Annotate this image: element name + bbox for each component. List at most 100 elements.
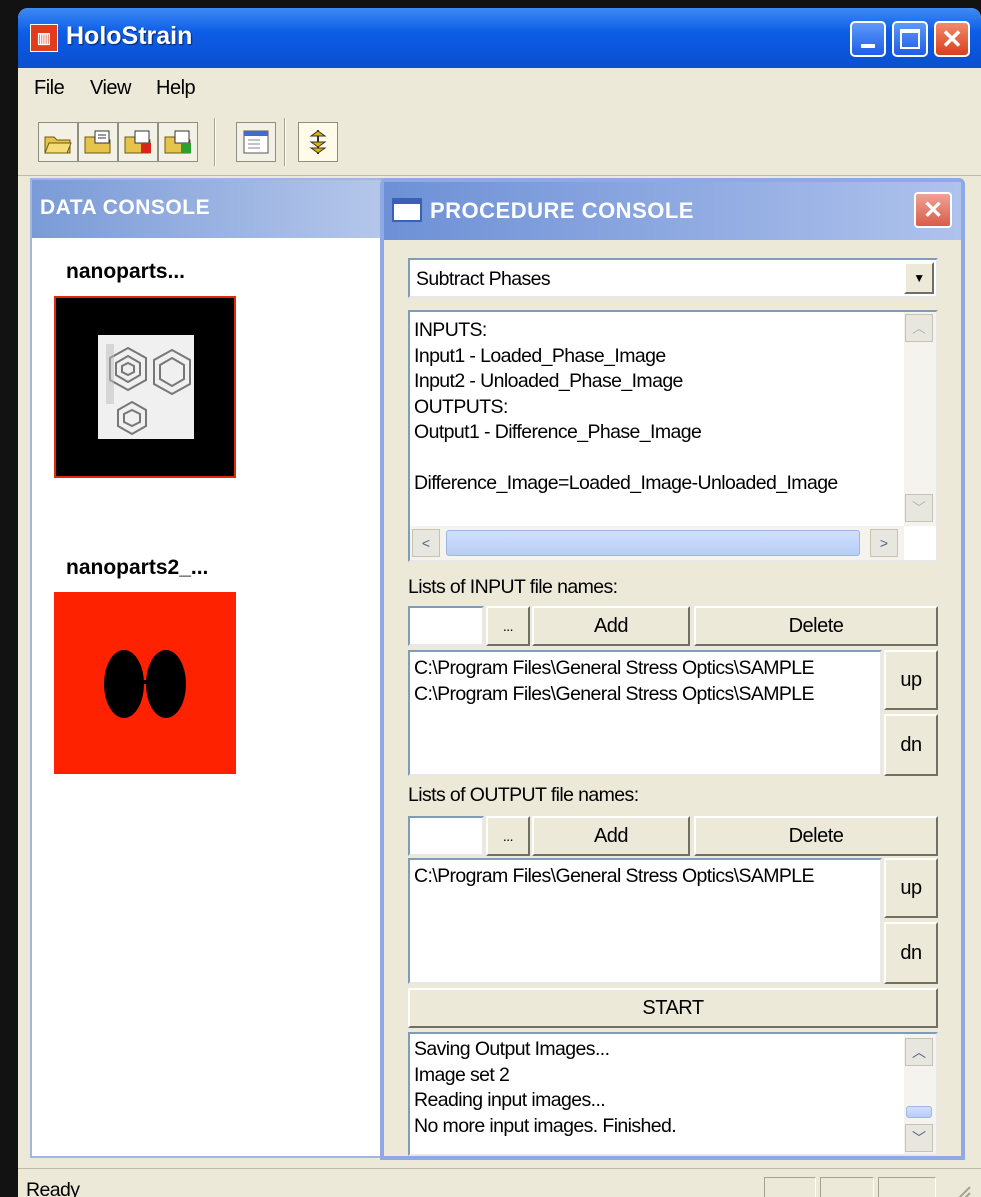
chevron-left-icon: < [421,535,431,551]
chevron-right-icon: > [879,535,889,551]
delete-folder-icon [124,130,151,154]
procedure-select-dropdown-button[interactable]: ▼ [904,262,934,294]
procedure-console: PROCEDURE CONSOLE ✕ Subtract Phases ▼ IN… [380,178,965,1160]
scroll-up-button[interactable]: ︿ [905,314,933,342]
procedure-description[interactable]: INPUTS: Input1 - Loaded_Phase_Image Inpu… [408,310,938,562]
chevron-up-icon: ︿ [912,320,926,336]
add-folder-button[interactable] [158,122,198,162]
output-browse-button[interactable]: ... [486,816,530,856]
output-file-field[interactable] [408,816,484,856]
scroll-down-button[interactable]: ﹀ [905,1124,933,1152]
menu-view[interactable]: View [90,77,132,100]
scroll-right-button[interactable]: > [870,529,898,557]
procedure-select[interactable]: Subtract Phases ▼ [408,258,938,298]
mask-image-preview [104,650,186,718]
log-line: No more input images. Finished. [414,1114,677,1137]
delete-folder-button[interactable] [118,122,158,162]
output-list-label: Lists of OUTPUT file names: [408,784,639,806]
procedure-console-title: PROCEDURE CONSOLE [430,198,694,223]
procedure-select-value: Subtract Phases [416,268,551,290]
window-icon [243,130,269,154]
output-file-list[interactable]: C:\Program Files\General Stress Optics\S… [408,858,882,984]
description-line: Input1 - Loaded_Phase_Image [414,344,666,367]
save-folder-icon [84,130,111,154]
procedure-console-close-button[interactable]: ✕ [914,192,952,228]
save-folder-button[interactable] [78,122,118,162]
app-window: ▥ HoloStrain ✕ File View Help DATA CONSO… [18,8,981,1197]
description-vertical-scrollbar[interactable]: ︿ ﹀ [904,312,936,526]
title-bar[interactable]: ▥ HoloStrain ✕ [18,8,981,68]
status-bar: Ready [18,1168,981,1197]
data-item-label: nanoparts2_... [66,556,209,579]
status-pane [764,1177,816,1197]
start-button[interactable]: START [408,988,938,1028]
description-horizontal-scrollbar[interactable]: < > [410,526,904,560]
output-delete-button[interactable]: Delete [694,816,938,856]
procedure-icon [309,130,327,154]
menu-help[interactable]: Help [156,77,196,100]
scroll-thumb[interactable] [446,530,860,556]
status-pane [878,1177,936,1197]
chevron-up-icon: ︿ [912,1044,926,1060]
scroll-down-button[interactable]: ﹀ [905,494,933,522]
output-add-button[interactable]: Add [532,816,690,856]
procedure-console-toggle-button[interactable] [298,122,338,162]
description-line: OUTPUTS: [414,395,508,418]
procedure-console-title-bar[interactable]: PROCEDURE CONSOLE ✕ [384,182,961,240]
output-move-up-button[interactable]: up [884,858,938,918]
menu-file[interactable]: File [34,77,65,100]
maximize-icon [900,29,920,49]
list-item[interactable]: C:\Program Files\General Stress Optics\S… [414,864,878,890]
input-add-button[interactable]: Add [532,606,690,646]
status-pane [820,1177,874,1197]
procedure-description-text: INPUTS: Input1 - Loaded_Phase_Image Inpu… [414,318,904,530]
description-line [414,446,904,472]
minimize-button[interactable] [850,21,886,57]
data-console-title: DATA CONSOLE [40,196,211,219]
toolbar-separator [214,118,216,166]
chevron-down-icon: ﹀ [912,500,926,516]
input-list-label: Lists of INPUT file names: [408,576,618,598]
chevron-down-icon: ﹀ [912,1130,926,1146]
maximize-button[interactable] [892,21,928,57]
list-item[interactable]: C:\Program Files\General Stress Optics\S… [414,656,878,682]
data-item-thumbnail[interactable] [54,296,236,478]
scroll-up-button[interactable]: ︿ [905,1038,933,1066]
input-file-field[interactable] [408,606,484,646]
toolbar [18,106,981,176]
menu-bar: File View Help [18,68,981,106]
output-file-list-items: C:\Program Files\General Stress Optics\S… [414,864,878,890]
open-button[interactable] [38,122,78,162]
input-delete-button[interactable]: Delete [694,606,938,646]
log-line: Saving Output Images... [414,1038,610,1060]
data-console-toggle-button[interactable] [236,122,276,162]
description-line: Difference_Image=Loaded_Image-Unloaded_I… [414,472,838,494]
input-browse-button[interactable]: ... [486,606,530,646]
scroll-left-button[interactable]: < [412,529,440,557]
data-item-thumbnail[interactable] [54,592,236,774]
input-move-down-button[interactable]: dn [884,714,938,776]
log-line: Image set 2 [414,1063,510,1086]
log-vertical-scrollbar[interactable]: ︿ ﹀ [904,1034,936,1154]
minimize-icon [861,44,875,48]
output-move-down-button[interactable]: dn [884,922,938,984]
window-title: HoloStrain [66,22,193,50]
data-console-title-bar: DATA CONSOLE [32,180,385,238]
close-icon: ✕ [941,23,963,54]
input-file-list[interactable]: C:\Program Files\General Stress Optics\S… [408,650,882,776]
list-item[interactable]: C:\Program Files\General Stress Optics\S… [414,682,878,708]
data-console: DATA CONSOLE nanoparts... nanoparts2_... [30,178,385,1158]
close-button[interactable]: ✕ [934,21,970,57]
window-icon [392,198,422,222]
log-output-text: Saving Output Images... Image set 2 Read… [414,1037,900,1153]
log-output[interactable]: Saving Output Images... Image set 2 Read… [408,1032,938,1156]
log-line: Reading input images... [414,1089,606,1111]
input-move-up-button[interactable]: up [884,650,938,710]
toolbar-separator [284,118,286,166]
open-folder-icon [44,136,72,154]
chevron-down-icon: ▼ [913,271,925,285]
data-item-label: nanoparts... [66,260,186,283]
phase-image-preview [98,335,194,439]
resize-grip-icon[interactable] [948,1181,972,1197]
scroll-thumb[interactable] [906,1106,932,1118]
